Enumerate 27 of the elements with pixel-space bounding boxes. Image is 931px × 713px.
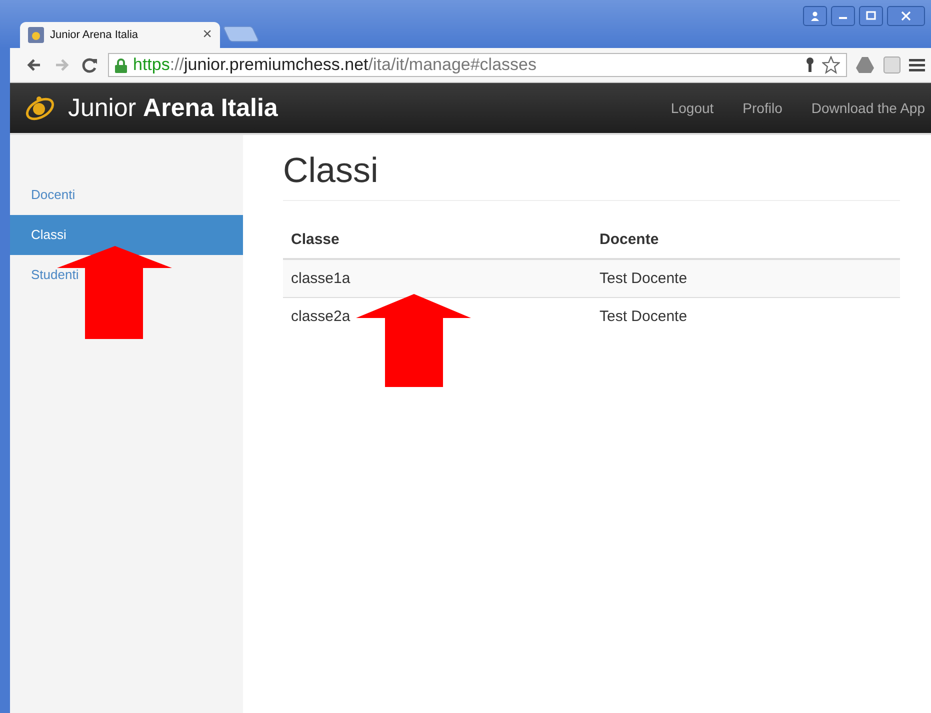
browser-tab[interactable]: Junior Arena Italia ×: [20, 22, 220, 48]
sidebar-item[interactable]: Classi: [10, 215, 243, 255]
tab-title: Junior Arena Italia: [50, 29, 140, 41]
triangle-icon[interactable]: [855, 56, 875, 74]
table-cell: Test Docente: [592, 259, 900, 298]
menu-icon[interactable]: [909, 57, 925, 73]
address-field[interactable]: https://junior.premiumchess.net/ita/it/manage#classes: [108, 53, 847, 77]
sidebar-item[interactable]: Docenti: [10, 175, 243, 215]
user-icon[interactable]: [803, 6, 827, 26]
page-title: Classi: [283, 151, 900, 201]
nav-link[interactable]: Download the App: [811, 100, 925, 116]
minimize-icon[interactable]: [831, 6, 855, 26]
reload-icon[interactable]: [80, 55, 100, 75]
nav-link[interactable]: Profilo: [742, 100, 782, 116]
maximize-icon[interactable]: [859, 6, 883, 26]
table-cell: Test Docente: [592, 298, 900, 335]
close-icon[interactable]: [887, 6, 925, 26]
brand-title[interactable]: Junior Arena Italia: [68, 94, 278, 122]
close-tab-button[interactable]: ×: [202, 26, 212, 44]
nav-link[interactable]: Logout: [670, 100, 714, 116]
url-text: https://junior.premiumchess.net/ita/it/manage#classes: [133, 55, 538, 75]
star-icon[interactable]: [822, 56, 840, 74]
key-icon[interactable]: [804, 57, 816, 73]
lock-icon: [115, 58, 127, 72]
table-cell: classe1a: [283, 259, 592, 298]
sidebar-item[interactable]: Studenti: [10, 255, 243, 295]
app-logo-icon: [28, 27, 44, 43]
